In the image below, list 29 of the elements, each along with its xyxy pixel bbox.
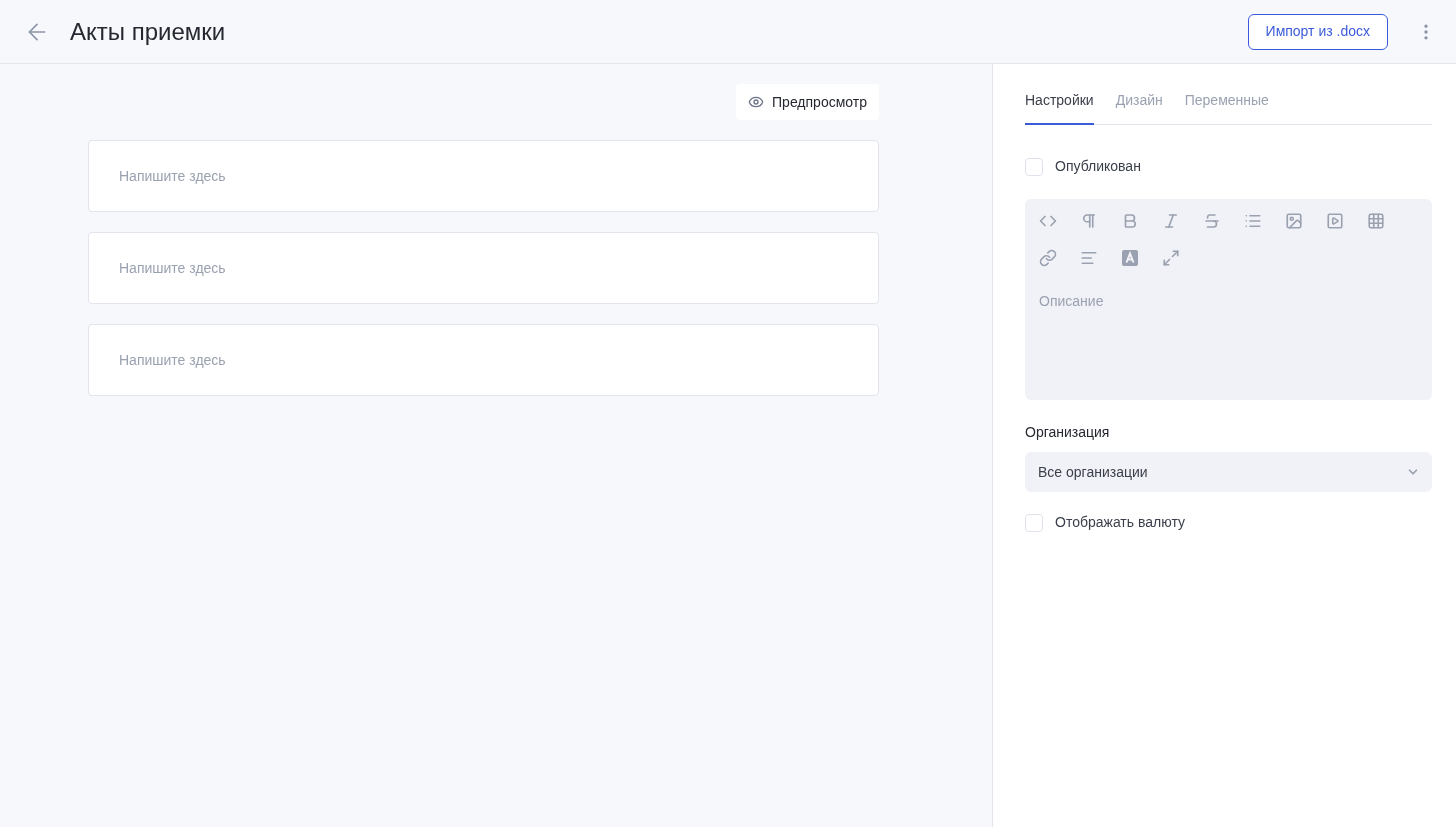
eye-icon: [748, 94, 765, 110]
link-icon[interactable]: [1039, 249, 1057, 267]
page-title: Акты приемки: [70, 16, 226, 47]
table-icon[interactable]: [1367, 212, 1385, 230]
description-placeholder: Описание: [1039, 292, 1105, 311]
text-block[interactable]: Напишите здесь: [88, 324, 879, 396]
list-icon[interactable]: [1244, 212, 1262, 230]
tab[interactable]: Дизайн: [1115, 90, 1163, 125]
import-button[interactable]: Импорт из .docx: [1247, 13, 1388, 50]
checkbox[interactable]: [1025, 157, 1043, 176]
checkbox[interactable]: [1025, 513, 1043, 532]
strikethrough-icon[interactable]: [1203, 212, 1221, 230]
checkbox-label: Опубликован: [1055, 157, 1141, 176]
text-block[interactable]: Напишите здесь: [88, 232, 879, 304]
text-color-icon[interactable]: [1121, 249, 1139, 267]
organization-select[interactable]: Все организации: [1025, 452, 1432, 492]
tab[interactable]: Переменные: [1184, 90, 1269, 125]
tab[interactable]: Настройки: [1025, 90, 1094, 125]
italic-icon[interactable]: [1162, 212, 1180, 230]
text-block[interactable]: Напишите здесь: [88, 140, 879, 212]
expand-icon[interactable]: [1162, 249, 1180, 267]
paragraph-icon[interactable]: [1080, 212, 1098, 230]
preview-button[interactable]: Предпросмотр: [736, 84, 879, 120]
align-icon[interactable]: [1080, 249, 1098, 267]
play-icon[interactable]: [1326, 212, 1344, 230]
description-editor[interactable]: Описание: [1025, 199, 1432, 400]
organization-label: Организация: [1025, 423, 1111, 442]
checkbox-label: Отображать валюту: [1055, 513, 1185, 532]
image-icon[interactable]: [1285, 212, 1303, 230]
